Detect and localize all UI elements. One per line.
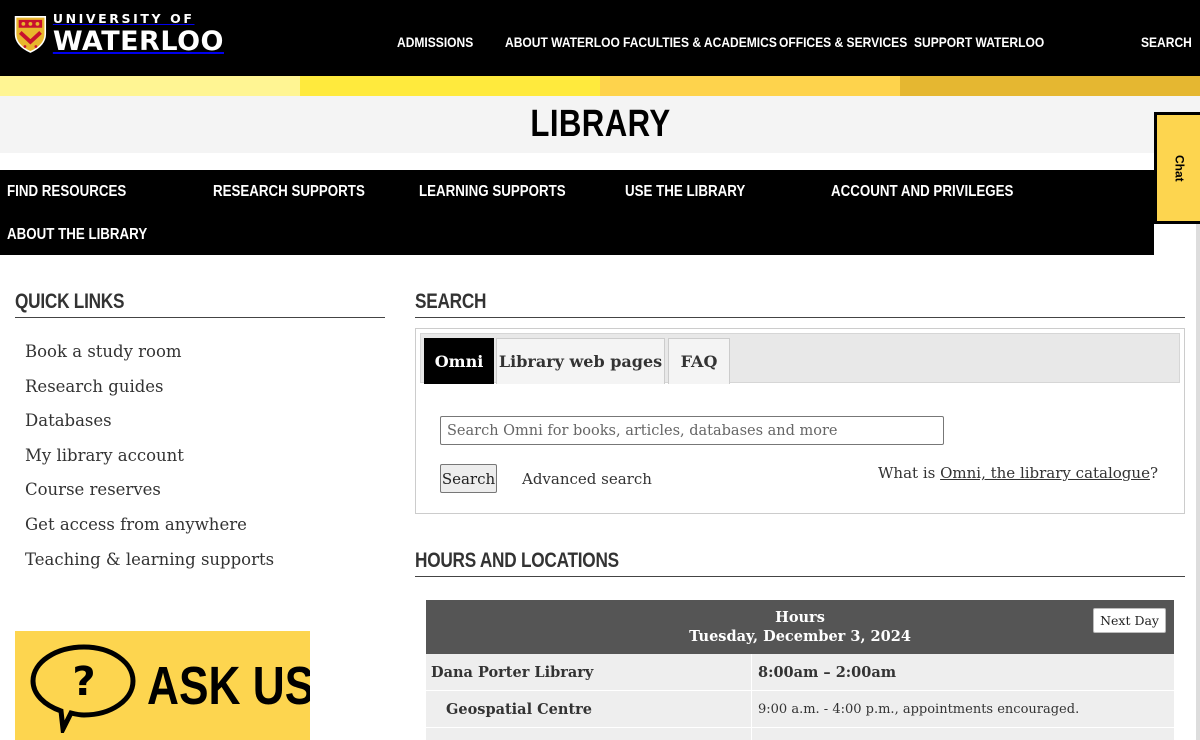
nav-research-supports[interactable]: RESEARCH SUPPORTS xyxy=(213,183,365,201)
what-is-omni: What is Omni, the library catalogue? xyxy=(878,464,1158,482)
ask-us-banner[interactable]: ? ASK US xyxy=(15,631,310,740)
quick-link-databases[interactable]: Databases xyxy=(25,411,112,430)
nav-support-waterloo[interactable]: SUPPORT WATERLOO xyxy=(914,34,1044,50)
table-row xyxy=(426,728,1174,740)
location-hours: 9:00 a.m. - 4:00 p.m., appointments enco… xyxy=(758,701,1080,717)
logo-text: UNIVERSITY OF WATERLOO xyxy=(53,13,224,55)
tab-omni[interactable]: Omni xyxy=(424,338,494,384)
quick-link-teaching-learning[interactable]: Teaching & learning supports xyxy=(25,550,274,569)
quick-link-course-reserves[interactable]: Course reserves xyxy=(25,480,161,499)
logo-line-2: WATERLOO xyxy=(52,25,224,57)
nav-about-waterloo[interactable]: ABOUT WATERLOO xyxy=(505,34,620,50)
search-panel: Omni Library web pages FAQ Search Advanc… xyxy=(415,328,1185,514)
search-tabs: Omni Library web pages FAQ xyxy=(420,333,1180,384)
question-bubble-icon: ? xyxy=(30,644,136,733)
quick-links-rule xyxy=(15,317,385,318)
hours-rule xyxy=(415,576,1185,577)
location-name xyxy=(426,728,752,740)
nav-learning-supports[interactable]: LEARNING SUPPORTS xyxy=(419,183,566,201)
list-item: Databases xyxy=(25,411,274,446)
chat-button[interactable]: Chat xyxy=(1154,112,1200,224)
page-edge-bar xyxy=(1196,224,1200,740)
next-day-button[interactable]: Next Day xyxy=(1093,608,1166,633)
site-title-band: LIBRARY xyxy=(0,96,1200,153)
location-name: Geospatial Centre xyxy=(426,691,752,727)
svg-text:?: ? xyxy=(72,659,95,705)
omni-catalogue-link[interactable]: Omni, the library catalogue xyxy=(940,464,1150,482)
ask-us-label: ASK US xyxy=(147,656,310,716)
strip-segment xyxy=(900,76,1200,96)
quick-links-list: Book a study room Research guides Databa… xyxy=(25,342,274,584)
nav-account-privileges[interactable]: ACCOUNT AND PRIVILEGES xyxy=(831,183,1013,201)
location-hours: 8:00am – 2:00am xyxy=(758,663,897,681)
global-header: UNIVERSITY OF WATERLOO ADMISSIONS ABOUT … xyxy=(0,0,1200,76)
quick-link-study-room[interactable]: Book a study room xyxy=(25,342,182,361)
list-item: Get access from anywhere xyxy=(25,515,274,550)
site-title[interactable]: LIBRARY xyxy=(530,96,670,153)
table-row: Dana Porter Library 8:00am – 2:00am xyxy=(426,654,1174,691)
logo-line-1: UNIVERSITY OF xyxy=(52,11,195,27)
what-is-prefix: What is xyxy=(878,464,941,482)
nav-use-the-library[interactable]: USE THE LIBRARY xyxy=(625,183,745,201)
strip-segment xyxy=(600,76,900,96)
omni-search-input[interactable] xyxy=(440,416,944,445)
colour-strip xyxy=(0,76,1200,96)
quick-link-access-anywhere[interactable]: Get access from anywhere xyxy=(25,515,247,534)
nav-offices-services[interactable]: OFFICES & SERVICES xyxy=(779,34,907,50)
global-search-link[interactable]: SEARCH xyxy=(1141,34,1192,50)
quick-links-heading: QUICK LINKS xyxy=(15,290,125,313)
quick-link-research-guides[interactable]: Research guides xyxy=(25,377,164,396)
quick-link-library-account[interactable]: My library account xyxy=(25,446,184,465)
strip-segment xyxy=(300,76,600,96)
nav-find-resources[interactable]: FIND RESOURCES xyxy=(7,183,126,201)
tab-faq[interactable]: FAQ xyxy=(668,338,730,384)
hours-table-title: Hours xyxy=(775,609,825,626)
list-item: My library account xyxy=(25,446,274,481)
advanced-search-link[interactable]: Advanced search xyxy=(522,470,652,488)
university-crest-icon xyxy=(14,16,47,53)
table-row: Geospatial Centre 9:00 a.m. - 4:00 p.m.,… xyxy=(426,691,1174,728)
chat-label: Chat xyxy=(1172,154,1187,182)
list-item: Course reserves xyxy=(25,480,274,515)
search-heading: SEARCH xyxy=(415,290,487,313)
location-hours xyxy=(752,728,1174,740)
list-item: Research guides xyxy=(25,377,274,412)
tab-library-web-pages[interactable]: Library web pages xyxy=(496,338,665,384)
strip-segment xyxy=(0,76,300,96)
location-name: Dana Porter Library xyxy=(426,654,752,690)
what-is-suffix: ? xyxy=(1149,464,1158,482)
global-nav: ADMISSIONS ABOUT WATERLOO FACULTIES & AC… xyxy=(397,34,1044,50)
search-button[interactable]: Search xyxy=(440,464,497,493)
list-item: Teaching & learning supports xyxy=(25,550,274,585)
university-logo[interactable]: UNIVERSITY OF WATERLOO xyxy=(14,9,224,59)
hours-heading: HOURS AND LOCATIONS xyxy=(415,549,619,572)
hours-table-header: Hours Tuesday, December 3, 2024 Next Day xyxy=(426,600,1174,654)
hours-date: Tuesday, December 3, 2024 xyxy=(689,628,911,645)
nav-faculties-academics[interactable]: FACULTIES & ACADEMICS xyxy=(623,34,777,50)
library-nav: FIND RESOURCES RESEARCH SUPPORTS LEARNIN… xyxy=(0,170,1154,255)
hours-table: Hours Tuesday, December 3, 2024 Next Day… xyxy=(426,600,1174,740)
nav-about-the-library[interactable]: ABOUT THE LIBRARY xyxy=(7,226,147,244)
search-rule xyxy=(415,317,1185,318)
nav-admissions[interactable]: ADMISSIONS xyxy=(397,34,490,50)
list-item: Book a study room xyxy=(25,342,274,377)
